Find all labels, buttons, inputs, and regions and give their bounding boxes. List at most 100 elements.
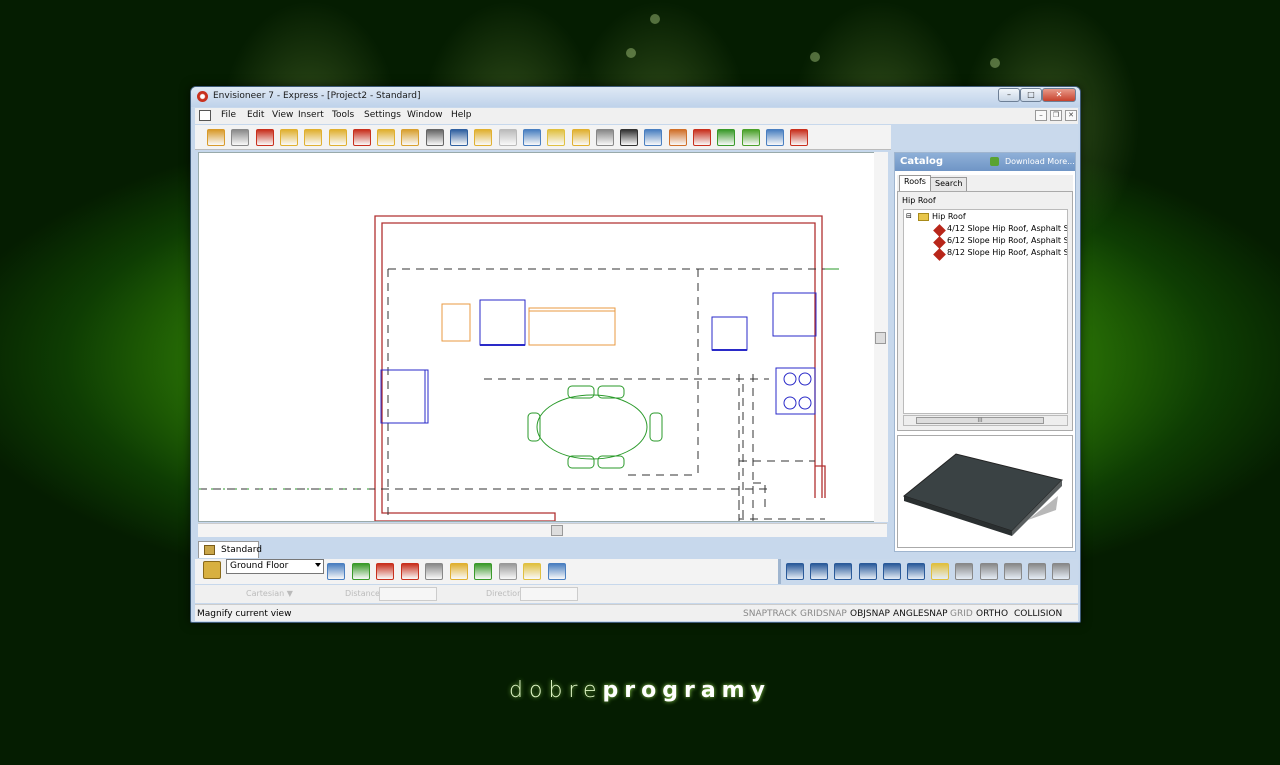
- people-icon[interactable]: [668, 129, 687, 146]
- filter-icon[interactable]: [449, 563, 468, 580]
- select-arrow-icon[interactable]: [207, 129, 225, 146]
- menu-settings[interactable]: Settings: [364, 110, 401, 120]
- wall-pattern-icon[interactable]: [498, 563, 517, 580]
- coordinate-mode[interactable]: Cartesian ▼: [246, 589, 293, 598]
- distance-field[interactable]: [379, 587, 437, 601]
- tab-standard-label: Standard: [221, 545, 262, 555]
- menu-view[interactable]: View: [272, 110, 293, 120]
- floor-select-value: Ground Floor: [230, 561, 289, 571]
- zoom-window-icon[interactable]: [834, 563, 853, 580]
- hand-grab-icon[interactable]: [1052, 563, 1071, 580]
- download-more-link[interactable]: Download More...: [1005, 157, 1075, 166]
- lamp-icon[interactable]: [498, 129, 517, 146]
- snap-snaptrack[interactable]: SNAPTRACK: [743, 609, 797, 619]
- floor-plan-canvas[interactable]: [198, 152, 887, 522]
- mdi-close-button[interactable]: ✕: [1065, 110, 1077, 121]
- snap-ortho[interactable]: ORTHO: [976, 609, 1008, 619]
- footprint-icon[interactable]: [955, 563, 974, 580]
- green-diamond-icon[interactable]: [717, 129, 736, 146]
- layers-icon[interactable]: [400, 563, 419, 580]
- horizontal-scrollbar[interactable]: [198, 523, 887, 537]
- snap-gridsnap[interactable]: GRIDSNAP: [800, 609, 847, 619]
- chair-icon[interactable]: [474, 129, 493, 146]
- menu-tools[interactable]: Tools: [332, 110, 354, 120]
- door-icon[interactable]: [279, 129, 298, 146]
- folder-icon: [918, 213, 929, 221]
- deck-icon[interactable]: [377, 129, 396, 146]
- help-icon[interactable]: [547, 129, 566, 146]
- tag-icon[interactable]: [571, 129, 590, 146]
- menu-edit[interactable]: Edit: [247, 110, 264, 120]
- zoom-out-icon[interactable]: [810, 563, 829, 580]
- document-icon[interactable]: [199, 110, 211, 121]
- app-logo-icon[interactable]: [197, 91, 208, 102]
- beam-icon[interactable]: [328, 129, 347, 146]
- close-button[interactable]: ✕: [1042, 88, 1076, 102]
- download-icon[interactable]: [990, 157, 999, 166]
- snap-grid[interactable]: GRID: [950, 609, 973, 619]
- horizontal-scroll-thumb[interactable]: [551, 525, 563, 536]
- zoom-extents-icon[interactable]: [858, 563, 877, 580]
- snap-collision[interactable]: COLLISION: [1014, 609, 1062, 619]
- minimize-button[interactable]: –: [998, 88, 1020, 102]
- measure-icon[interactable]: [547, 563, 566, 580]
- view-3d-icon[interactable]: [376, 563, 394, 580]
- floor-select[interactable]: Ground Floor: [226, 559, 324, 574]
- maximize-button[interactable]: □: [1020, 88, 1042, 102]
- home-icon[interactable]: [765, 129, 784, 146]
- tree-folder-hip-roof[interactable]: Hip Roof: [932, 212, 966, 221]
- window-icon[interactable]: [304, 129, 323, 146]
- move-icon[interactable]: [1028, 563, 1046, 580]
- plumbing-icon[interactable]: [522, 129, 541, 146]
- menu-insert[interactable]: Insert: [298, 110, 324, 120]
- rotate-view-icon[interactable]: [1003, 563, 1022, 580]
- monitor-icon[interactable]: [450, 129, 468, 146]
- direction-field[interactable]: [520, 587, 578, 601]
- tree-horizontal-scrollbar[interactable]: III: [903, 415, 1068, 426]
- graduation-cap-icon[interactable]: [620, 129, 639, 146]
- flag-icon[interactable]: [693, 129, 711, 146]
- mdi-minimize-button[interactable]: –: [1035, 110, 1047, 121]
- tree-item[interactable]: 8/12 Slope Hip Roof, Asphalt Shi: [947, 248, 1067, 257]
- tree-item[interactable]: 6/12 Slope Hip Roof, Asphalt Shi: [947, 236, 1067, 245]
- view-2d-icon[interactable]: [327, 563, 345, 580]
- menu-window[interactable]: Window: [407, 110, 443, 120]
- main-toolbar: [195, 125, 891, 150]
- tree-expander-icon[interactable]: ⊟: [906, 212, 912, 220]
- title-bar[interactable]: Envisioneer 7 - Express - [Project2 - St…: [191, 87, 1080, 107]
- app-window: Envisioneer 7 - Express - [Project2 - St…: [190, 86, 1081, 623]
- guide-line: [738, 488, 825, 520]
- tab-roofs[interactable]: Roofs: [899, 175, 931, 191]
- paint-icon[interactable]: [231, 129, 250, 146]
- vertical-scroll-thumb[interactable]: [875, 332, 886, 344]
- box-icon[interactable]: [523, 563, 541, 580]
- tree-item[interactable]: 4/12 Slope Hip Roof, Asphalt Shi: [947, 224, 1067, 233]
- catalog-content: Hip Roof ⊟ Hip Roof 4/12 Slope Hip Roof,…: [897, 191, 1073, 431]
- stairs-icon[interactable]: [255, 129, 274, 146]
- house-question-icon[interactable]: [790, 129, 809, 146]
- figure-icon[interactable]: [595, 129, 614, 146]
- snap-anglesnap[interactable]: ANGLESNAP: [893, 609, 948, 619]
- appliance-icon[interactable]: [425, 129, 444, 146]
- orbit-icon[interactable]: [979, 563, 998, 580]
- toolbar-spacer: [891, 125, 1078, 150]
- zoom-previous-icon[interactable]: [882, 563, 901, 580]
- roof-icon[interactable]: [352, 129, 371, 146]
- floor-house-icon[interactable]: [203, 561, 221, 579]
- menu-file[interactable]: File: [221, 110, 236, 120]
- menu-help[interactable]: Help: [451, 110, 472, 120]
- zoom-fit-icon[interactable]: [907, 563, 925, 580]
- camera-icon[interactable]: [474, 563, 492, 580]
- cabinet-icon[interactable]: [401, 129, 420, 146]
- zoom-in-icon[interactable]: [786, 563, 804, 580]
- house-help-icon[interactable]: [644, 129, 663, 146]
- tab-standard[interactable]: Standard: [198, 541, 262, 558]
- tree-scroll-thumb[interactable]: III: [916, 417, 1044, 424]
- snap-objsnap[interactable]: OBJSNAP: [850, 609, 890, 619]
- tab-search[interactable]: Search: [930, 177, 968, 191]
- pan-hand-icon[interactable]: [931, 563, 950, 580]
- mdi-restore-button[interactable]: ❐: [1050, 110, 1062, 121]
- view-2d-grid-icon[interactable]: [351, 563, 370, 580]
- rotate-icon[interactable]: [425, 563, 443, 580]
- tree-icon[interactable]: [741, 129, 760, 146]
